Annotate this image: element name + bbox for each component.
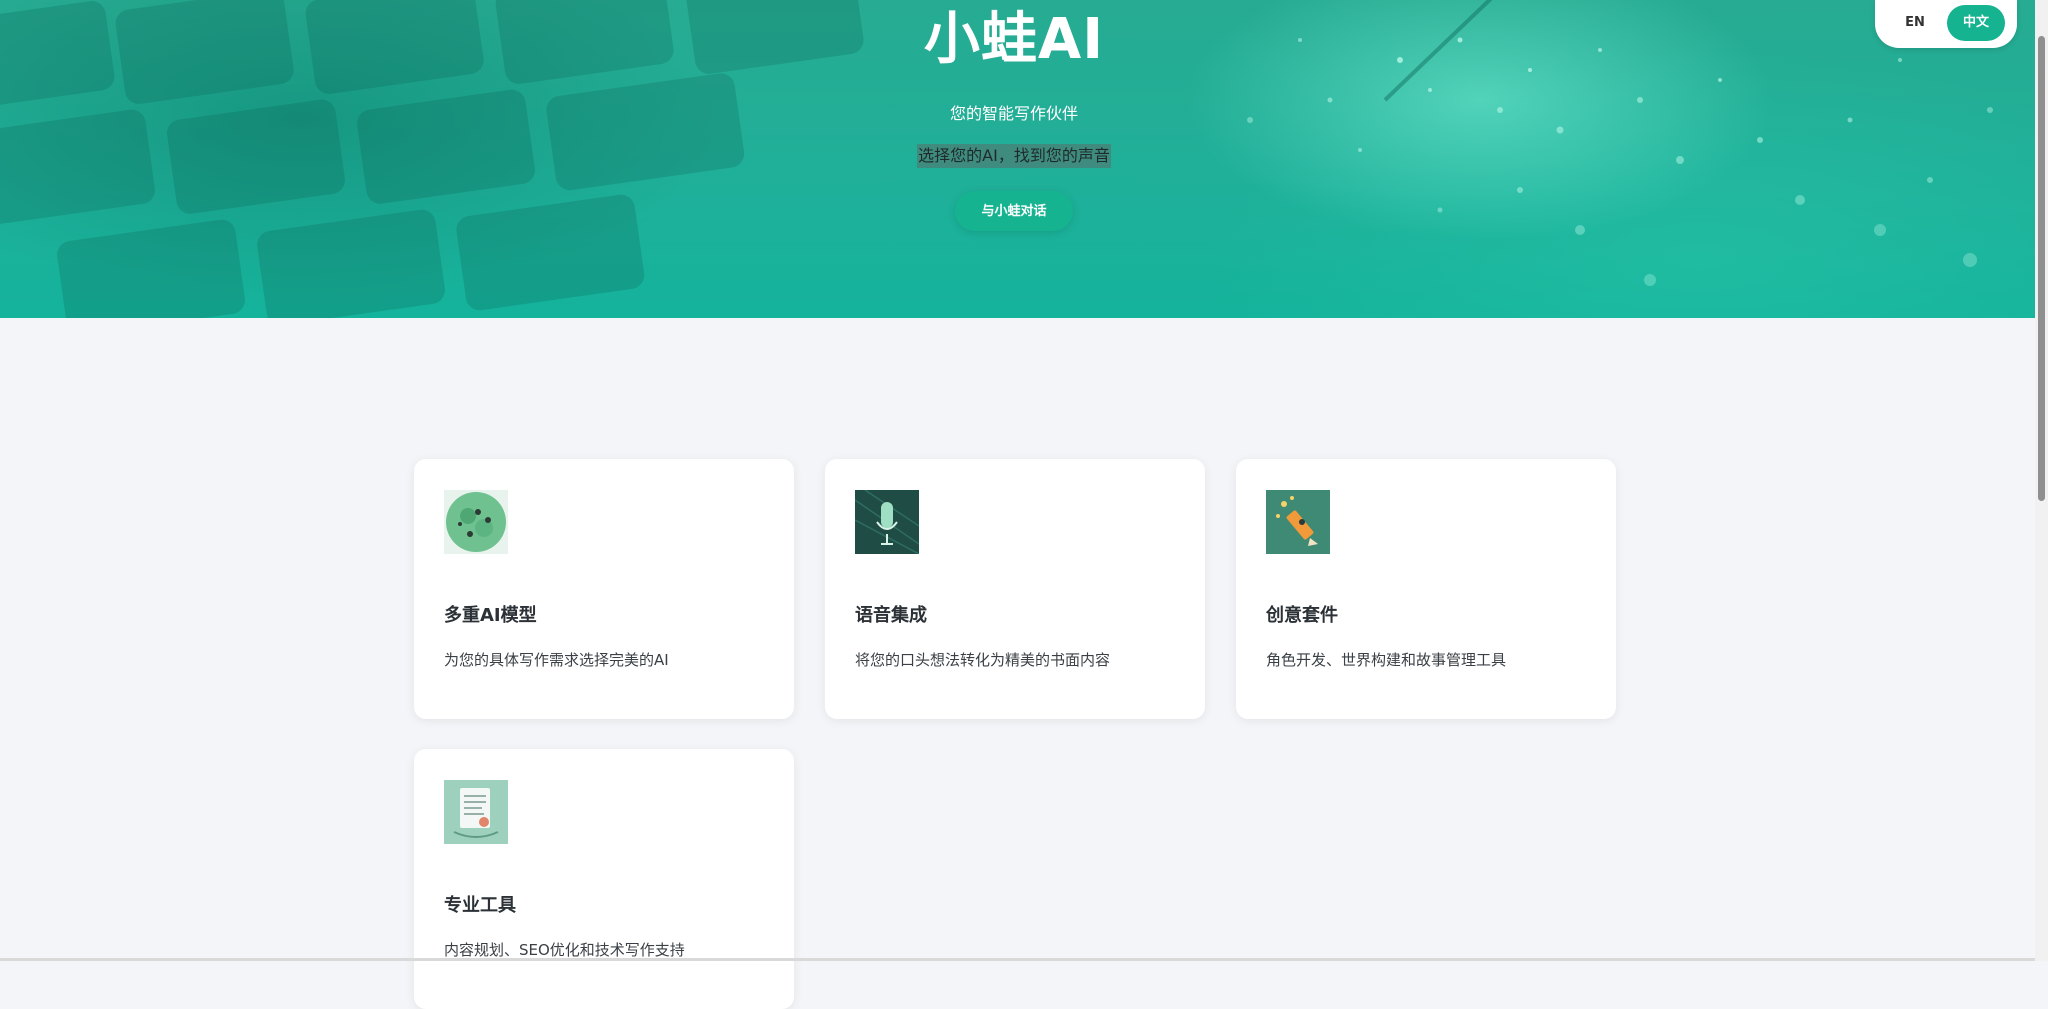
scrollbar-thumb[interactable] bbox=[2038, 36, 2045, 501]
language-option-zh[interactable]: 中文 bbox=[1947, 5, 2005, 41]
feature-card-voice: 语音集成 将您的口头想法转化为精美的书面内容 bbox=[825, 459, 1205, 719]
feature-title: 多重AI模型 bbox=[444, 605, 537, 626]
hero-title: 小蛙AI bbox=[923, 7, 1105, 72]
frog-globe-icon bbox=[444, 490, 508, 554]
feature-description: 为您的具体写作需求选择完美的AI bbox=[444, 651, 669, 669]
hero-tagline: 选择您的AI，找到您的声音 bbox=[917, 144, 1111, 168]
hero-tagline-wrapper: 选择您的AI，找到您的声音 bbox=[0, 144, 2028, 168]
feature-title: 创意套件 bbox=[1266, 605, 1338, 626]
feature-card-creative: 创意套件 角色开发、世界构建和故事管理工具 bbox=[1236, 459, 1616, 719]
page-scrollbar[interactable] bbox=[2035, 0, 2048, 961]
language-toggle: EN 中文 bbox=[1875, 0, 2017, 48]
feature-title: 专业工具 bbox=[444, 895, 516, 916]
feature-description: 内容规划、SEO优化和技术写作支持 bbox=[444, 941, 685, 959]
chat-with-xiaowa-button[interactable]: 与小蛙对话 bbox=[955, 191, 1073, 231]
feature-card-professional: 专业工具 内容规划、SEO优化和技术写作支持 bbox=[414, 749, 794, 1009]
feature-description: 角色开发、世界构建和故事管理工具 bbox=[1266, 651, 1507, 669]
hero-subtitle: 您的智能写作伙伴 bbox=[949, 104, 1078, 123]
feature-title: 语音集成 bbox=[855, 605, 927, 626]
language-option-en[interactable]: EN bbox=[1887, 6, 1943, 40]
pencil-sparkle-icon bbox=[1266, 490, 1330, 554]
document-icon bbox=[444, 780, 508, 844]
feature-description: 将您的口头想法转化为精美的书面内容 bbox=[855, 651, 1111, 669]
hero-banner: 小蛙AI 您的智能写作伙伴 选择您的AI，找到您的声音 与小蛙对话 bbox=[0, 0, 2035, 318]
microphone-icon bbox=[855, 490, 919, 554]
feature-card-multi-model: 多重AI模型 为您的具体写作需求选择完美的AI bbox=[414, 459, 794, 719]
